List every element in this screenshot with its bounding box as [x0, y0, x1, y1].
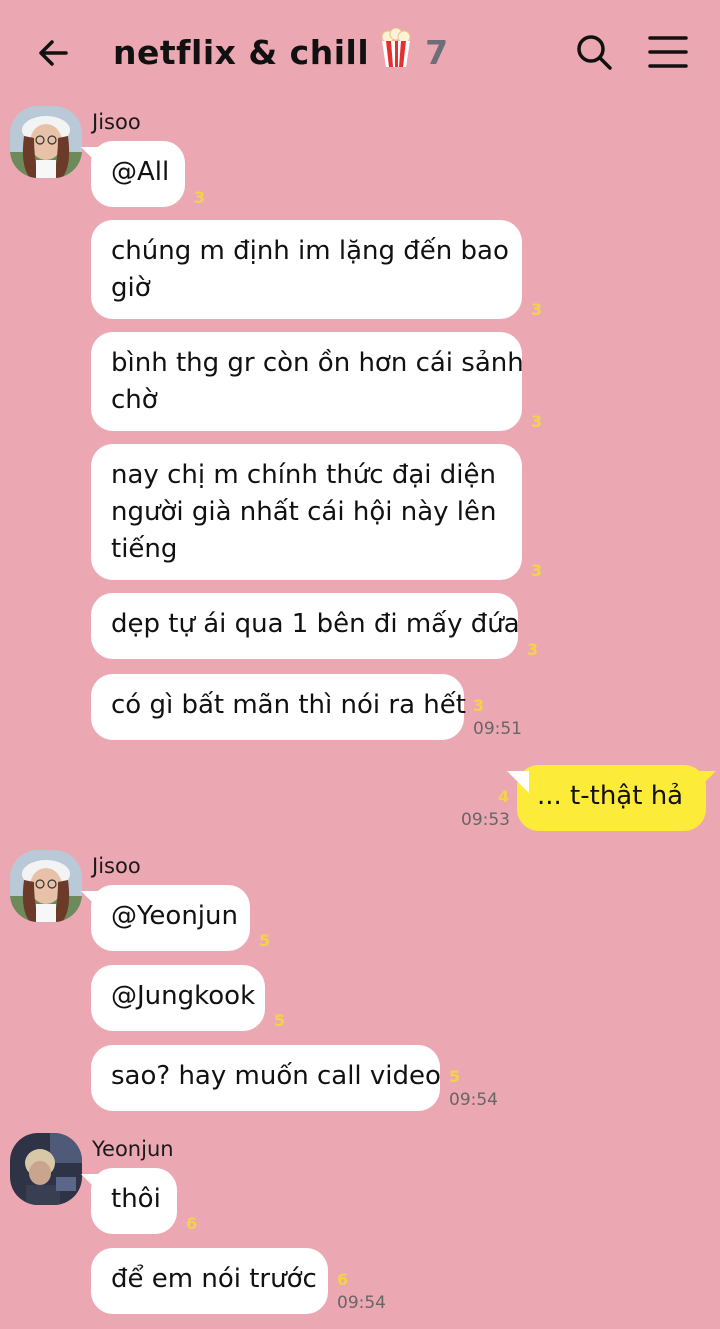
message-text: @All — [111, 157, 170, 187]
message-text-line: chờ — [111, 385, 158, 415]
message-text-line: tiếng — [111, 534, 178, 564]
message-text: sao? hay muốn call video — [111, 1061, 441, 1091]
popcorn-icon — [379, 27, 413, 76]
message-bubble[interactable]: @All — [91, 141, 185, 207]
avatar-jisoo[interactable] — [10, 106, 82, 178]
avatar-yeonjun[interactable] — [10, 1133, 82, 1205]
message-bubble[interactable]: @Jungkook — [91, 965, 265, 1031]
chat-title-text: netflix & chill — [113, 33, 370, 72]
chat-header: netflix & chill 7 — [0, 0, 720, 100]
message-text: ... t-thật hả — [537, 781, 684, 811]
unread-count: 5 — [259, 931, 271, 950]
message-bubble[interactable]: sao? hay muốn call video — [91, 1045, 441, 1111]
chat-title[interactable]: netflix & chill 7 — [113, 27, 449, 76]
message-bubble[interactable]: có gì bất mãn thì nói ra hết — [91, 674, 466, 740]
member-count: 7 — [425, 33, 449, 72]
message-time: 09:54 — [337, 1293, 386, 1313]
unread-count: 6 — [337, 1270, 349, 1289]
message-bubble[interactable]: nay chị m chính thức đại diện người già … — [91, 444, 522, 580]
message-text-line: chúng m định im lặng đến bao — [111, 236, 509, 266]
back-arrow-icon[interactable] — [30, 28, 80, 78]
unread-count: 6 — [186, 1214, 198, 1233]
unread-count: 3 — [531, 561, 543, 580]
my-message-bubble[interactable]: ... t-thật hả — [517, 765, 706, 831]
menu-icon[interactable] — [646, 32, 690, 72]
unread-count: 3 — [527, 640, 539, 659]
message-text: @Jungkook — [111, 981, 256, 1011]
message-bubble[interactable]: thôi — [91, 1168, 177, 1234]
unread-count: 5 — [449, 1067, 461, 1086]
unread-count: 4 — [498, 787, 510, 806]
message-text-line: giờ — [111, 273, 151, 303]
sender-name: Jisoo — [92, 854, 141, 878]
message-text-line: người già nhất cái hội này lên — [111, 497, 497, 527]
message-bubble[interactable]: để em nói trước — [91, 1248, 328, 1314]
message-text: để em nói trước — [111, 1264, 317, 1294]
message-text: dẹp tự ái qua 1 bên đi mấy đứa — [111, 609, 520, 639]
message-time: 09:51 — [473, 719, 522, 739]
unread-count: 3 — [194, 188, 206, 207]
message-bubble[interactable]: chúng m định im lặng đến bao giờ — [91, 220, 522, 319]
message-text-line: bình thg gr còn ồn hơn cái sảnh — [111, 348, 524, 378]
message-text: có gì bất mãn thì nói ra hết — [111, 690, 466, 720]
message-bubble[interactable]: dẹp tự ái qua 1 bên đi mấy đứa — [91, 593, 520, 659]
message-text: @Yeonjun — [111, 901, 238, 931]
message-time: 09:54 — [449, 1090, 498, 1110]
avatar-jisoo[interactable] — [10, 850, 82, 922]
message-bubble[interactable]: @Yeonjun — [91, 885, 250, 951]
unread-count: 3 — [531, 300, 543, 319]
message-text-line: nay chị m chính thức đại diện — [111, 460, 496, 490]
unread-count: 3 — [531, 412, 543, 431]
message-bubble[interactable]: bình thg gr còn ồn hơn cái sảnh chờ — [91, 332, 524, 431]
sender-name: Jisoo — [92, 110, 141, 134]
sender-name: Yeonjun — [92, 1137, 174, 1161]
search-icon[interactable] — [572, 30, 616, 74]
message-time: 09:53 — [461, 810, 510, 830]
message-text: thôi — [111, 1184, 161, 1214]
unread-count: 3 — [473, 696, 485, 715]
unread-count: 5 — [274, 1011, 286, 1030]
